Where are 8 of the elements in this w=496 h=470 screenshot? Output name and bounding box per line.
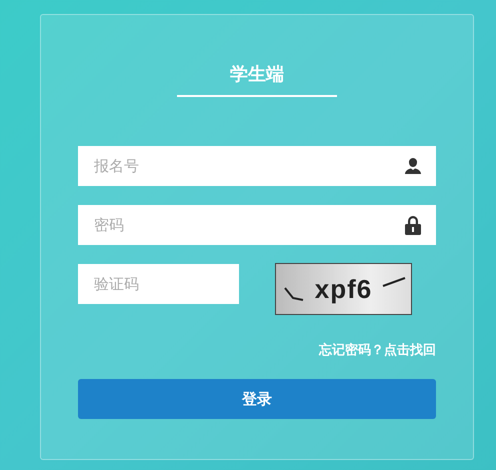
input-field[interactable]: 密码	[78, 205, 436, 245]
captcha-field[interactable]: 验证码	[78, 264, 239, 304]
user-icon	[404, 157, 422, 175]
panel-title: 学生端	[230, 63, 284, 86]
lock-icon	[404, 215, 422, 235]
input-field[interactable]: 报名号	[78, 146, 436, 186]
login-button[interactable]: 登录	[78, 379, 436, 419]
captcha-image[interactable]: xpf6	[275, 263, 412, 315]
